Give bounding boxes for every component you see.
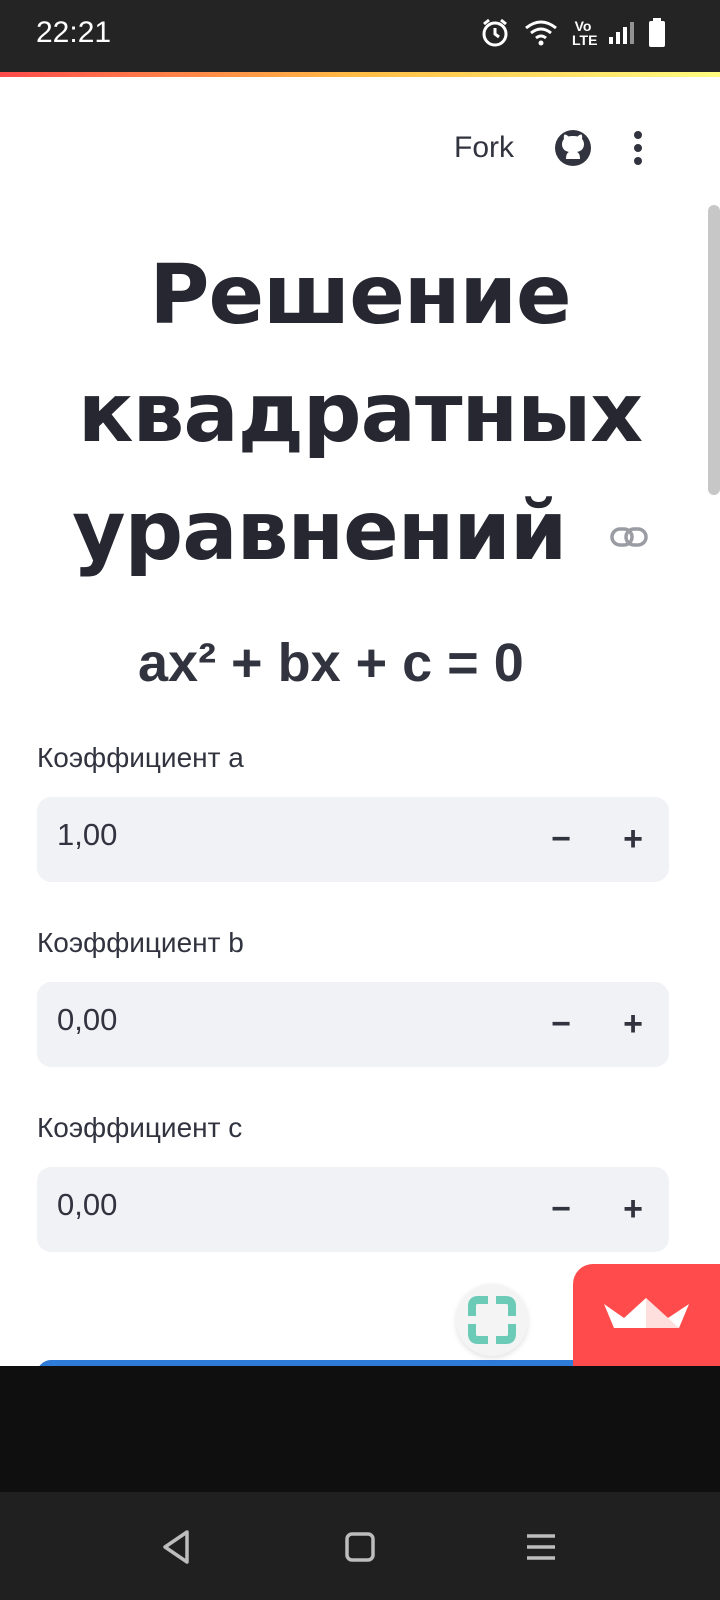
field-label-a: Коэффициент a: [37, 742, 244, 773]
kebab-menu-icon[interactable]: [632, 130, 644, 166]
number-input-a-value[interactable]: 1,00: [57, 817, 117, 853]
status-time: 22:21: [36, 16, 112, 49]
status-bar: 22:21 Vo LTE: [0, 0, 720, 72]
number-input-a[interactable]: 1,00 − +: [37, 797, 669, 882]
page-title-text: Решение квадратных уравнений: [72, 248, 643, 579]
number-input-c-value[interactable]: 0,00: [57, 1187, 117, 1223]
decrement-a-button[interactable]: −: [541, 819, 581, 859]
increment-a-button[interactable]: +: [613, 819, 653, 859]
floating-scan-button[interactable]: [456, 1284, 528, 1356]
signal-icon: [609, 22, 634, 44]
recents-menu-icon[interactable]: [516, 1522, 566, 1572]
header-actions: Fork: [454, 129, 644, 167]
wifi-icon: [525, 20, 557, 46]
anchor-link-icon[interactable]: [610, 526, 648, 548]
volte-icon: Vo LTE: [572, 18, 598, 48]
streamlit-crown-icon: [604, 1298, 689, 1328]
number-input-b[interactable]: 0,00 − +: [37, 982, 669, 1067]
fork-link[interactable]: Fork: [454, 131, 514, 165]
number-input-c[interactable]: 0,00 − +: [37, 1167, 669, 1252]
number-input-b-value[interactable]: 0,00: [57, 1002, 117, 1038]
keyboard-area-blank: [0, 1366, 720, 1492]
decrement-b-button[interactable]: −: [541, 1004, 581, 1044]
field-label-b: Коэффициент b: [37, 927, 244, 958]
streamlit-badge[interactable]: [573, 1264, 720, 1366]
github-icon[interactable]: [554, 129, 592, 167]
alarm-icon: [482, 18, 508, 47]
home-square-icon[interactable]: [335, 1522, 385, 1572]
system-navigation-bar: [0, 1492, 720, 1600]
back-triangle-icon[interactable]: [154, 1522, 204, 1572]
battery-icon: [649, 18, 665, 47]
field-label-c: Коэффициент c: [37, 1112, 243, 1143]
scan-frame-icon: [468, 1296, 516, 1344]
scrollbar[interactable]: [708, 205, 720, 495]
app-content: Fork Решение квадратных уравнений ax² + …: [0, 77, 720, 1366]
equation-formula: ax² + bx + c = 0: [138, 633, 524, 693]
decrement-c-button[interactable]: −: [541, 1189, 581, 1229]
status-icons: Vo LTE: [480, 18, 666, 48]
increment-b-button[interactable]: +: [613, 1004, 653, 1044]
increment-c-button[interactable]: +: [613, 1189, 653, 1229]
page-title: Решение квадратных уравнений: [50, 237, 670, 591]
